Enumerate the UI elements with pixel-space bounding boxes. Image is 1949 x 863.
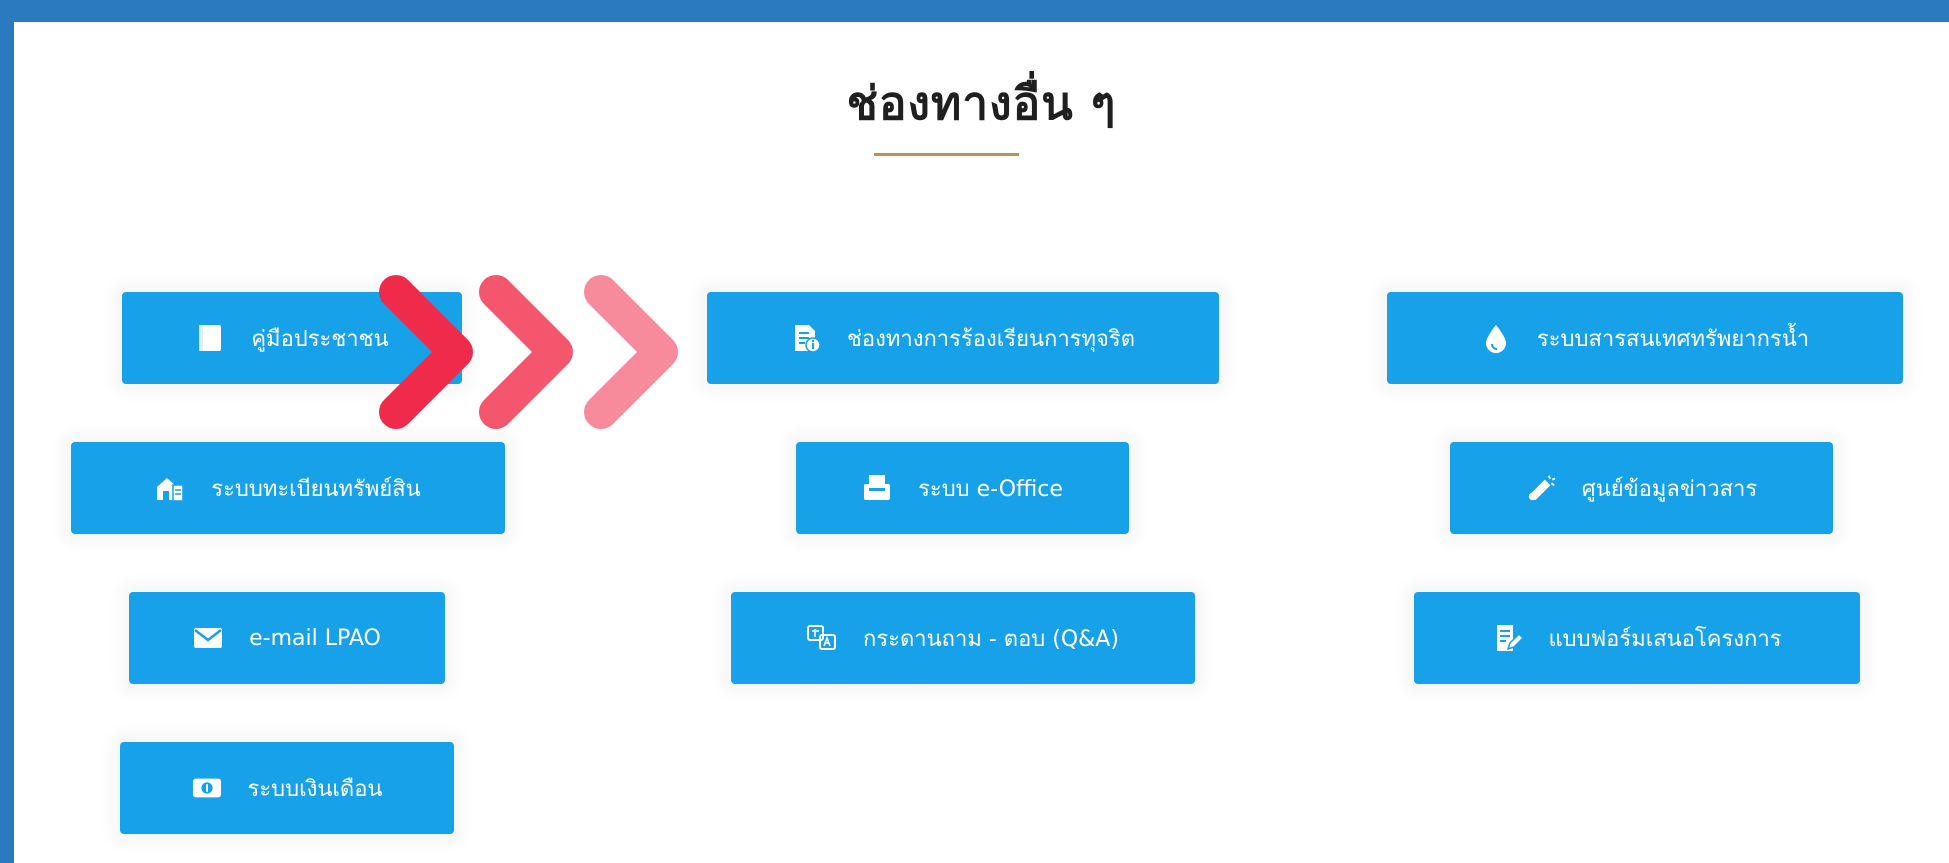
water-drop-icon [1481,323,1511,353]
money-icon [192,773,222,803]
corruption-complaint-button[interactable]: ช่องทางการร้องเรียนการทุจริต [707,292,1219,384]
water-info-label: ระบบสารสนเทศทรัพยากรน้ำ [1536,326,1810,352]
project-form-button[interactable]: แบบฟอร์มเสนอโครงการ [1414,592,1860,684]
document-info-icon [791,323,821,353]
e-office-label: ระบบ e-Office [918,476,1063,502]
salary-button[interactable]: ระบบเงินเดือน [120,742,454,834]
asset-registry-label: ระบบทะเบียนทรัพย์สิน [211,476,421,502]
megaphone-icon [1526,473,1556,503]
asset-registry-button[interactable]: ระบบทะเบียนทรัพย์สิน [71,442,505,534]
content-panel: ช่องทางอื่น ๆ คู่มือประชาชน ช่องทางการร้… [14,22,1949,863]
project-form-label: แบบฟอร์มเสนอโครงการ [1548,626,1782,652]
house-document-icon [155,473,185,503]
info-center-button[interactable]: ศูนย์ข้อมูลข่าวสาร [1450,442,1833,534]
form-edit-icon [1493,623,1523,653]
citizen-manual-label: คู่มือประชาชน [251,326,389,352]
section-title: ช่องทางอื่น ๆ [846,76,1117,130]
salary-label: ระบบเงินเดือน [247,776,383,802]
title-underline [874,153,1019,156]
corruption-complaint-label: ช่องทางการร้องเรียนการทุจริต [847,326,1135,352]
e-office-button[interactable]: ระบบ e-Office [796,442,1129,534]
qa-board-label: กระดานถาม - ตอบ (Q&A) [863,626,1119,652]
envelope-icon [193,623,223,653]
translate-chat-icon [807,623,837,653]
office-print-icon [862,473,892,503]
info-center-label: ศูนย์ข้อมูลข่าวสาร [1581,476,1758,502]
email-label: e-mail LPAO [249,625,381,651]
triple-chevron-right-icon [379,275,678,429]
book-icon [195,323,225,353]
email-button[interactable]: e-mail LPAO [129,592,445,684]
water-info-button[interactable]: ระบบสารสนเทศทรัพยากรน้ำ [1387,292,1903,384]
qa-board-button[interactable]: กระดานถาม - ตอบ (Q&A) [731,592,1195,684]
